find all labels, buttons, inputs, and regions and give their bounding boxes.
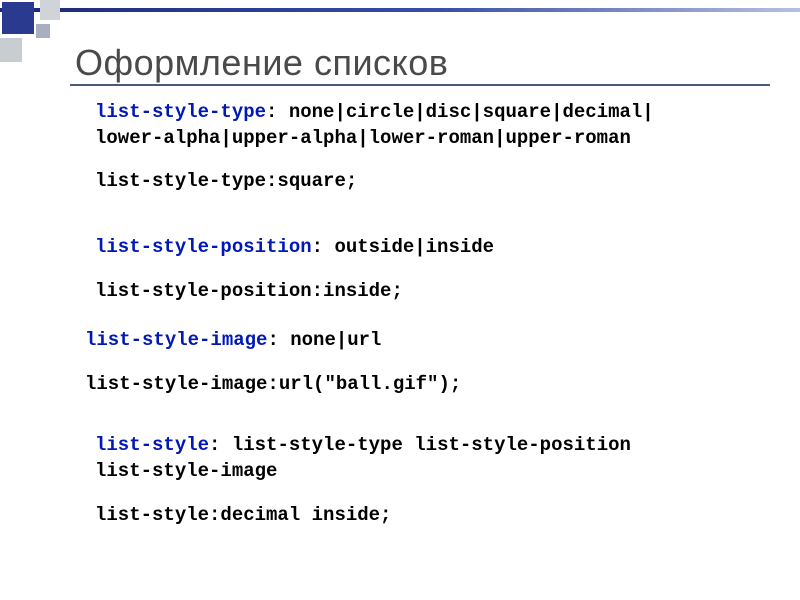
example-line: list-style-image:url("ball.gif"); bbox=[85, 372, 750, 398]
example-line: list-style-type:square; bbox=[95, 169, 750, 195]
example-line: list-style:decimal inside; bbox=[95, 503, 750, 529]
syntax-line-2: list-style-image bbox=[95, 459, 750, 485]
list-style-shorthand-block: list-style: list-style-type list-style-p… bbox=[85, 433, 750, 528]
syntax-line: list-style-type: none|circle|disc|square… bbox=[95, 100, 750, 126]
property-name: list-style bbox=[95, 434, 209, 456]
example-line: list-style-position:inside; bbox=[95, 279, 750, 305]
list-style-position-block: list-style-position: outside|inside list… bbox=[85, 235, 750, 304]
content-area: list-style-type: none|circle|disc|square… bbox=[85, 100, 750, 552]
property-name: list-style-image bbox=[85, 329, 267, 351]
property-name: list-style-type bbox=[95, 101, 266, 123]
title-divider bbox=[70, 84, 770, 86]
property-values: : none|url bbox=[267, 329, 381, 351]
list-style-type-block: list-style-type: none|circle|disc|square… bbox=[85, 100, 750, 195]
syntax-line-2: lower-alpha|upper-alpha|lower-roman|uppe… bbox=[95, 126, 750, 152]
list-style-image-block: list-style-image: none|url list-style-im… bbox=[85, 328, 750, 397]
property-values: : list-style-type list-style-position bbox=[209, 434, 631, 456]
syntax-line: list-style: list-style-type list-style-p… bbox=[95, 433, 750, 459]
property-values: : outside|inside bbox=[312, 236, 494, 258]
property-values: : none|circle|disc|square|decimal| bbox=[266, 101, 654, 123]
property-name: list-style-position bbox=[95, 236, 312, 258]
syntax-line: list-style-position: outside|inside bbox=[95, 235, 750, 261]
page-title: Оформление списков bbox=[75, 42, 760, 84]
syntax-line: list-style-image: none|url bbox=[85, 328, 750, 354]
title-block: Оформление списков bbox=[75, 42, 760, 84]
